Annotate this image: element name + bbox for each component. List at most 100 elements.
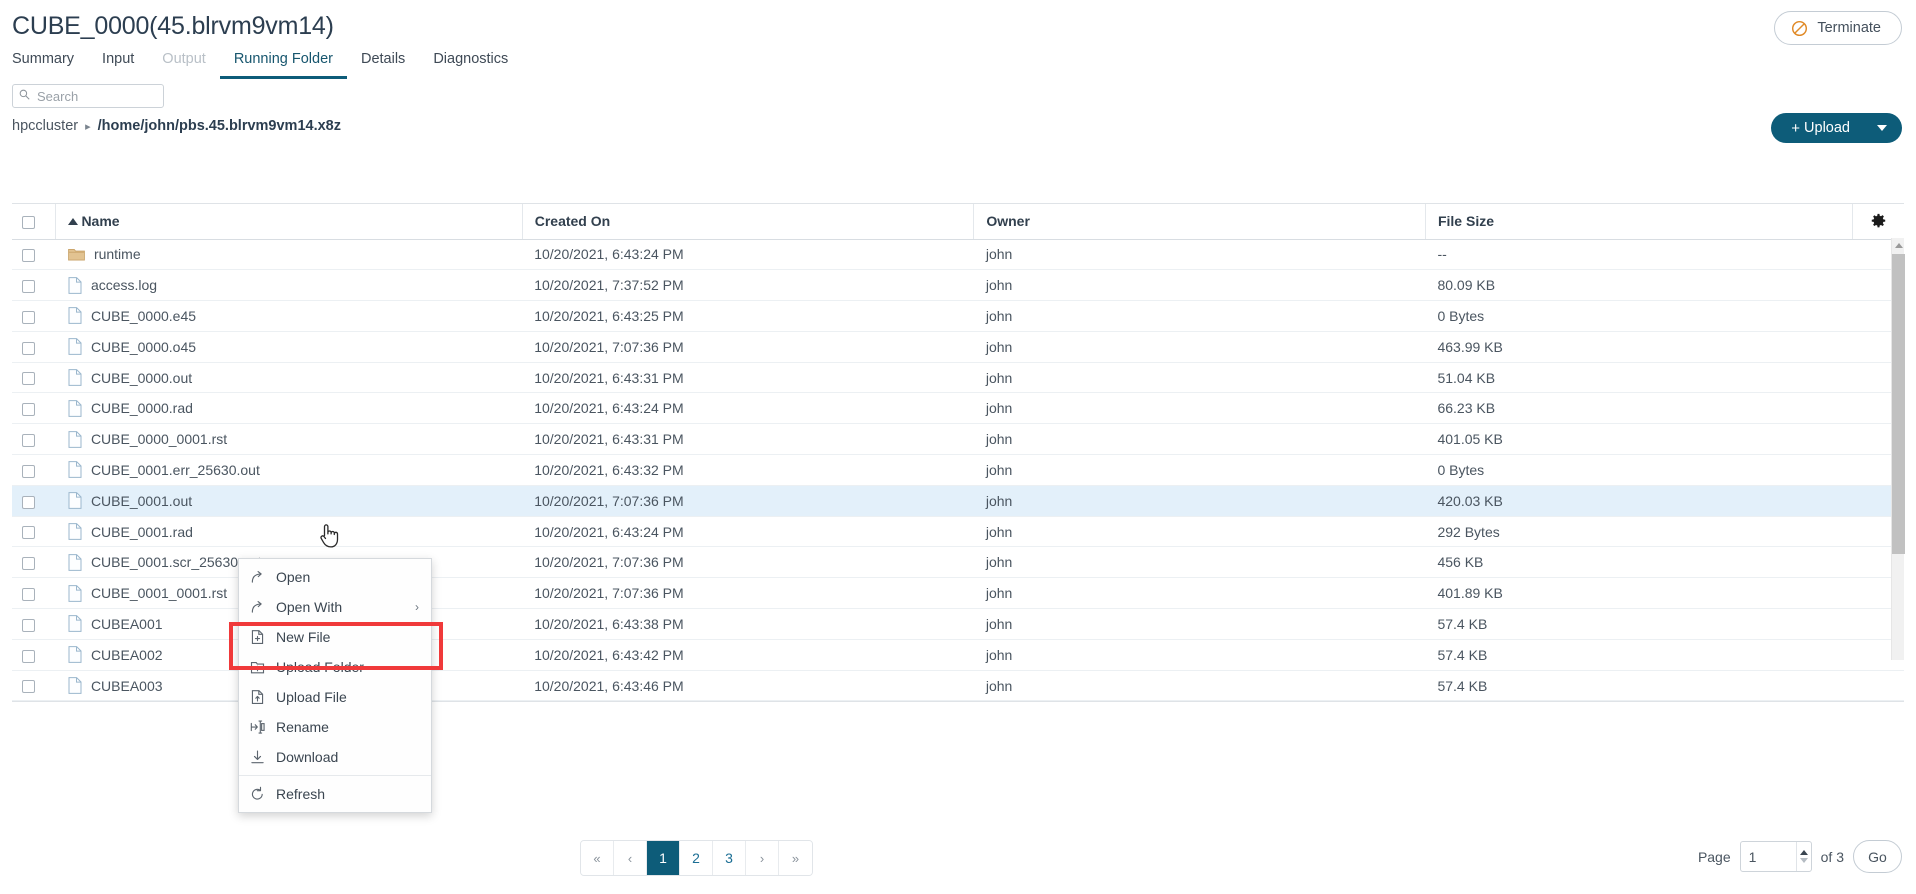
cell-name[interactable]: access.log — [55, 269, 523, 302]
pagination-last[interactable]: » — [779, 841, 812, 875]
row-checkbox[interactable] — [22, 557, 35, 571]
download-icon — [250, 749, 265, 765]
breadcrumb-root[interactable]: hpccluster — [12, 118, 78, 134]
context-menu-item-upload-file[interactable]: Upload File — [239, 682, 431, 712]
row-checkbox[interactable] — [22, 649, 35, 663]
column-header-owner[interactable]: Owner — [973, 204, 1426, 240]
search-box[interactable] — [12, 84, 164, 108]
gear-icon[interactable] — [1870, 212, 1887, 228]
row-checkbox[interactable] — [22, 526, 35, 540]
pagination-page-2[interactable]: 2 — [680, 841, 713, 875]
context-menu[interactable]: Open Open With › New File Upload Folder Uploa… — [238, 558, 432, 813]
tab-summary[interactable]: Summary — [12, 46, 88, 79]
row-checkbox[interactable] — [22, 464, 35, 478]
context-menu-item-label: Open — [276, 569, 311, 585]
row-checkbox[interactable] — [22, 618, 35, 632]
pagination-next[interactable]: › — [746, 841, 779, 875]
tab-diagnostics[interactable]: Diagnostics — [419, 46, 522, 79]
upload-dropdown-toggle[interactable] — [1862, 113, 1902, 143]
context-menu-item-open-with[interactable]: Open With › — [239, 592, 431, 622]
page-number-input[interactable] — [1740, 842, 1796, 871]
spinner-down-icon[interactable] — [1799, 858, 1808, 863]
cell-owner: john — [973, 516, 1426, 548]
file-table-head: Name Created On Owner File Size — [12, 204, 1904, 240]
column-header-name[interactable]: Name — [55, 204, 523, 240]
column-settings-header[interactable] — [1852, 204, 1904, 240]
cell-name[interactable]: CUBE_0000_0001.rst — [55, 423, 523, 456]
cell-owner: john — [973, 546, 1426, 579]
column-header-file-size[interactable]: File Size — [1425, 204, 1854, 240]
context-menu-item-new-file[interactable]: New File — [239, 622, 431, 652]
row-checkbox[interactable] — [22, 310, 35, 324]
cell-created-on: 10/20/2021, 6:43:46 PM — [522, 670, 974, 702]
row-checkbox[interactable] — [22, 587, 35, 601]
breadcrumb-path[interactable]: /home/john/pbs.45.blrvm9vm14.x8z — [98, 118, 341, 134]
table-row[interactable]: CUBE_0000.e45 10/20/2021, 6:43:25 PM john 0… — [12, 300, 1904, 332]
cell-name[interactable]: CUBE_0000.out — [55, 362, 523, 394]
cell-file-size: 420.03 KB — [1425, 485, 1853, 517]
pagination-page-1[interactable]: 1 — [647, 841, 680, 875]
cell-name[interactable]: CUBE_0001.out — [55, 485, 523, 517]
cell-owner: john — [973, 239, 1426, 271]
cell-name[interactable]: CUBE_0000.o45 — [55, 331, 523, 363]
file-name-label: CUBE_0000.rad — [90, 400, 193, 417]
pagination-prev[interactable]: ‹ — [614, 841, 647, 875]
table-row[interactable]: CUBE_0000_0001.rst 10/20/2021, 6:43:31 PM… — [12, 423, 1904, 456]
cell-created-on: 10/20/2021, 6:43:31 PM — [522, 362, 974, 394]
row-checkbox[interactable] — [22, 680, 35, 694]
chevron-right-icon: › — [415, 600, 419, 614]
upload-button[interactable]: + Upload — [1771, 113, 1862, 143]
row-checkbox[interactable] — [22, 372, 35, 386]
row-checkbox[interactable] — [22, 495, 35, 509]
context-menu-item-upload-folder[interactable]: Upload Folder — [239, 652, 431, 682]
upload-button-group[interactable]: + Upload — [1771, 113, 1902, 143]
vertical-scrollbar[interactable] — [1891, 238, 1905, 660]
search-input[interactable] — [35, 87, 157, 105]
cell-file-size: 292 Bytes — [1425, 516, 1853, 548]
total-pages-label: of 3 — [1820, 848, 1844, 865]
context-menu-item-download[interactable]: Download — [239, 742, 431, 772]
page-number-stepper[interactable] — [1739, 841, 1812, 872]
context-menu-item-rename[interactable]: Rename — [239, 712, 431, 742]
context-menu-item-refresh[interactable]: Refresh — [239, 779, 431, 809]
file-name-label: CUBE_0000_0001.rst — [90, 431, 228, 448]
table-row[interactable]: CUBE_0001.rad 10/20/2021, 6:43:24 PM john 2… — [12, 516, 1904, 548]
pagination-page-3[interactable]: 3 — [713, 841, 746, 875]
cell-name[interactable]: CUBE_0001.rad — [55, 516, 523, 548]
go-button[interactable]: Go — [1853, 840, 1902, 873]
cell-name[interactable]: CUBE_0000.e45 — [55, 300, 523, 332]
row-checkbox[interactable] — [22, 279, 35, 293]
table-row[interactable]: access.log 10/20/2021, 7:37:52 PM john 80.0… — [12, 269, 1904, 302]
refresh-icon — [250, 786, 265, 802]
row-checkbox[interactable] — [22, 403, 35, 417]
spinner-up-icon[interactable] — [1799, 850, 1808, 855]
cell-owner: john — [973, 485, 1426, 517]
table-row[interactable]: CUBE_0000.out 10/20/2021, 6:43:31 PM john 5… — [12, 362, 1904, 394]
file-icon — [68, 369, 82, 386]
context-menu-item-open[interactable]: Open — [239, 562, 431, 592]
column-header-created-on[interactable]: Created On — [522, 204, 975, 240]
tab-input[interactable]: Input — [88, 46, 148, 79]
select-all-checkbox[interactable] — [22, 216, 35, 230]
page-spinner[interactable] — [1795, 842, 1811, 871]
table-row[interactable]: CUBE_0000.rad 10/20/2021, 6:43:24 PM john 6… — [12, 392, 1904, 425]
row-checkbox-cell — [12, 577, 56, 610]
pagination-first[interactable]: « — [581, 841, 614, 875]
tab-details[interactable]: Details — [347, 46, 419, 79]
row-checkbox[interactable] — [22, 433, 35, 447]
tab-running-folder[interactable]: Running Folder — [219, 46, 347, 79]
scrollbar-up-arrow-icon[interactable] — [1892, 238, 1905, 253]
table-row[interactable]: CUBE_0001.err_25630.out 10/20/2021, 6:43:… — [12, 454, 1904, 486]
cell-name[interactable]: CUBE_0001.err_25630.out — [55, 454, 523, 486]
table-row[interactable]: CUBE_0000.o45 10/20/2021, 7:07:36 PM john 4… — [12, 331, 1904, 363]
cell-name[interactable]: runtime — [55, 239, 523, 271]
cell-created-on: 10/20/2021, 6:43:31 PM — [522, 423, 974, 456]
table-row[interactable]: CUBE_0001.out 10/20/2021, 7:07:36 PM john 4… — [12, 485, 1904, 517]
row-checkbox[interactable] — [22, 249, 35, 263]
table-row[interactable]: runtime 10/20/2021, 6:43:24 PM john -- — [12, 239, 1904, 271]
file-icon — [68, 584, 82, 602]
cell-name[interactable]: CUBE_0000.rad — [55, 392, 523, 425]
row-checkbox[interactable] — [22, 341, 35, 355]
scrollbar-thumb[interactable] — [1892, 254, 1905, 554]
terminate-button[interactable]: Terminate — [1774, 11, 1902, 45]
